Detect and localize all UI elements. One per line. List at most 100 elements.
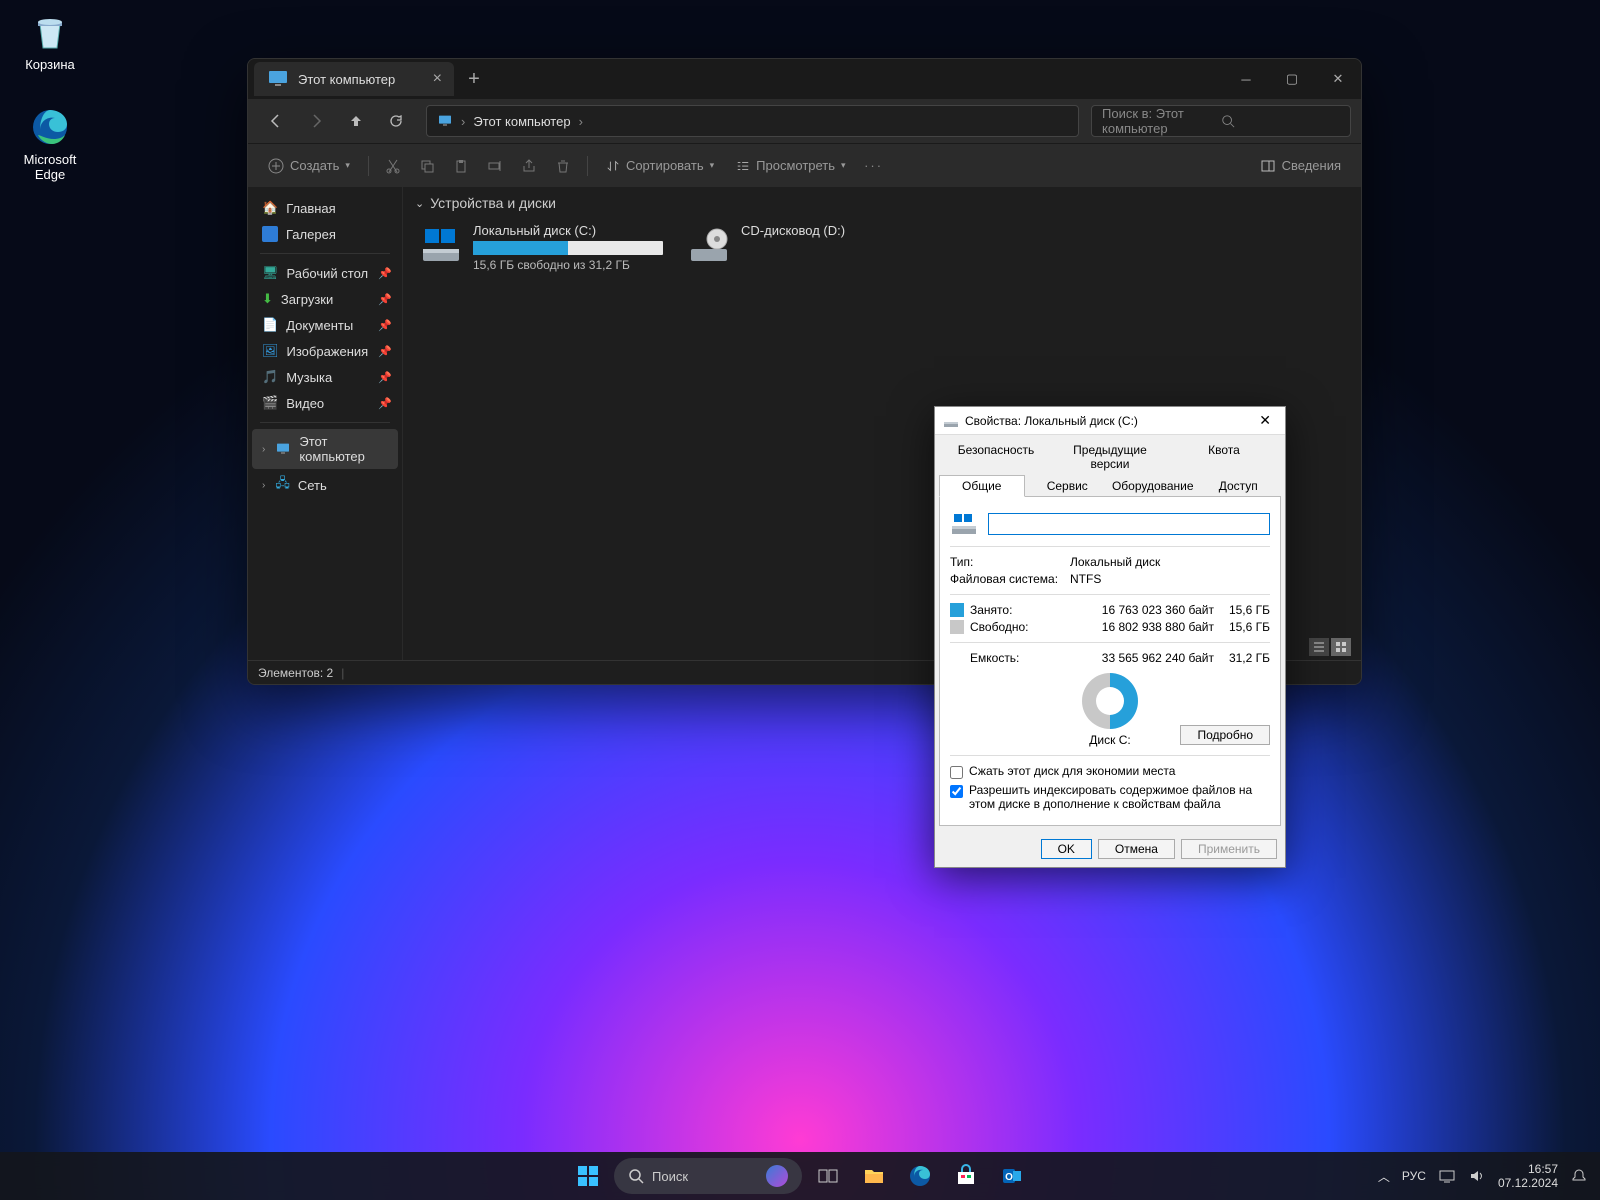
taskbar-edge[interactable]	[900, 1156, 940, 1196]
svg-text:O: O	[1005, 1172, 1013, 1183]
taskbar-clock[interactable]: 16:57 07.12.2024	[1498, 1162, 1558, 1191]
tab-close-button[interactable]: ×	[433, 70, 442, 88]
window-close-button[interactable]: ✕	[1315, 59, 1361, 99]
free-space-row: Свободно: 16 802 938 880 байт 15,6 ГБ	[950, 620, 1270, 634]
tab-label: Этот компьютер	[298, 72, 395, 87]
desktop-icon-label: Корзина	[25, 57, 75, 72]
tab-security[interactable]: Безопасность	[939, 439, 1053, 475]
sidebar-item-pictures[interactable]: 🖼Изображения📌	[252, 338, 398, 364]
fs-value: NTFS	[1070, 572, 1101, 586]
taskbar-store[interactable]	[946, 1156, 986, 1196]
tray-chevron-icon[interactable]: ︿	[1378, 1168, 1390, 1185]
view-details-button[interactable]	[1309, 638, 1329, 656]
drive-label-input[interactable]	[988, 513, 1270, 535]
monitor-icon	[275, 441, 291, 457]
desktop-icon-label: Microsoft Edge	[10, 152, 90, 182]
breadcrumb[interactable]: Этот компьютер	[473, 114, 570, 129]
pin-icon: 📌	[378, 319, 392, 332]
capacity-row: Емкость: 33 565 962 240 байт 31,2 ГБ	[950, 651, 1270, 665]
new-tab-button[interactable]: +	[454, 68, 494, 91]
drive-d[interactable]: CD-дисковод (D:)	[683, 219, 933, 276]
nav-refresh-button[interactable]	[378, 105, 414, 137]
monitor-icon	[266, 67, 290, 91]
downloads-icon: ⬇	[262, 291, 273, 307]
nav-forward-button[interactable]	[298, 105, 334, 137]
rename-icon[interactable]	[481, 152, 509, 180]
sidebar-item-desktop[interactable]: 🖥Рабочий стол📌	[252, 260, 398, 286]
paste-icon[interactable]	[447, 152, 475, 180]
toolbar-create-button[interactable]: Создать ▾	[260, 154, 358, 178]
start-button[interactable]	[568, 1156, 608, 1196]
sidebar-item-documents[interactable]: 📄Документы📌	[252, 312, 398, 338]
tab-previous-versions[interactable]: Предыдущие версии	[1053, 439, 1167, 475]
plus-circle-icon	[268, 158, 284, 174]
free-color-swatch	[950, 620, 964, 634]
tab-quota[interactable]: Квота	[1167, 439, 1281, 475]
chevron-right-icon: ›	[262, 444, 265, 455]
sort-icon	[606, 159, 620, 173]
explorer-search[interactable]: Поиск в: Этот компьютер	[1091, 105, 1351, 137]
drive-name: Локальный диск (C:)	[473, 223, 663, 238]
pin-icon: 📌	[378, 371, 392, 384]
ok-button[interactable]: OK	[1041, 839, 1092, 859]
pin-icon: 📌	[378, 267, 392, 280]
taskbar-explorer[interactable]	[854, 1156, 894, 1196]
task-view-button[interactable]	[808, 1156, 848, 1196]
taskbar-search[interactable]: Поиск	[614, 1158, 802, 1194]
desktop-icon: 🖥	[262, 265, 279, 281]
toolbar-sort-button[interactable]: Сортировать ▾	[598, 154, 722, 177]
taskbar-outlook[interactable]: O	[992, 1156, 1032, 1196]
desktop-icon-recycle-bin[interactable]: Корзина	[10, 10, 90, 72]
drive-c[interactable]: Локальный диск (C:) 15,6 ГБ свободно из …	[415, 219, 665, 276]
sidebar-item-home[interactable]: 🏠Главная	[252, 195, 398, 221]
properties-footer: OK Отмена Применить	[935, 831, 1285, 867]
tab-hardware[interactable]: Оборудование	[1110, 475, 1196, 497]
apply-button[interactable]: Применить	[1181, 839, 1277, 859]
toolbar-view-button[interactable]: Просмотреть ▾	[728, 154, 853, 177]
sidebar-item-videos[interactable]: 🎬Видео📌	[252, 390, 398, 416]
explorer-tab[interactable]: Этот компьютер ×	[254, 62, 454, 96]
pin-icon: 📌	[378, 345, 392, 358]
dialog-close-button[interactable]: ✕	[1253, 412, 1277, 429]
monitor-icon	[437, 113, 453, 129]
language-indicator[interactable]: РУС	[1402, 1169, 1426, 1183]
explorer-toolbar: Создать ▾ Сортировать ▾ Просмотреть ▾ ··…	[248, 143, 1361, 187]
copy-icon[interactable]	[413, 152, 441, 180]
nav-back-button[interactable]	[258, 105, 294, 137]
sidebar-item-thispc[interactable]: ›Этот компьютер	[252, 429, 398, 469]
notifications-icon[interactable]	[1570, 1167, 1588, 1185]
drive-name: CD-дисковод (D:)	[741, 223, 845, 238]
chevron-down-icon: ▾	[345, 160, 350, 171]
toolbar-details-button[interactable]: Сведения	[1252, 154, 1349, 178]
network-icon[interactable]	[1438, 1167, 1456, 1185]
view-tiles-button[interactable]	[1331, 638, 1351, 656]
window-maximize-button[interactable]: ▢	[1269, 59, 1315, 99]
cancel-button[interactable]: Отмена	[1098, 839, 1175, 859]
window-minimize-button[interactable]: ─	[1223, 59, 1269, 99]
sidebar-item-downloads[interactable]: ⬇Загрузки📌	[252, 286, 398, 312]
sidebar-item-network[interactable]: ›🖧Сеть	[252, 469, 398, 501]
tab-general[interactable]: Общие	[939, 475, 1025, 497]
share-icon[interactable]	[515, 152, 543, 180]
nav-up-button[interactable]	[338, 105, 374, 137]
sidebar-item-gallery[interactable]: Галерея	[252, 221, 398, 247]
sidebar-item-music[interactable]: 🎵Музыка📌	[252, 364, 398, 390]
desktop-icon-edge[interactable]: Microsoft Edge	[10, 105, 90, 182]
delete-icon[interactable]	[549, 152, 577, 180]
explorer-navbar: › Этот компьютер › Поиск в: Этот компьют…	[248, 99, 1361, 143]
more-icon[interactable]: ···	[860, 152, 888, 180]
drive-usage-bar	[473, 241, 663, 255]
recycle-bin-icon	[28, 10, 72, 54]
volume-icon[interactable]	[1468, 1167, 1486, 1185]
disk-cleanup-button[interactable]: Подробно	[1180, 725, 1270, 745]
cd-drive-icon	[687, 223, 731, 267]
compress-checkbox[interactable]: Сжать этот диск для экономии места	[950, 764, 1270, 779]
tab-tools[interactable]: Сервис	[1025, 475, 1111, 497]
index-checkbox[interactable]: Разрешить индексировать содержимое файло…	[950, 783, 1270, 811]
cut-icon[interactable]	[379, 152, 407, 180]
properties-titlebar[interactable]: Свойства: Локальный диск (C:) ✕	[935, 407, 1285, 435]
address-bar[interactable]: › Этот компьютер ›	[426, 105, 1079, 137]
group-header[interactable]: ⌄ Устройства и диски	[415, 195, 1349, 211]
home-icon: 🏠	[262, 200, 278, 216]
tab-sharing[interactable]: Доступ	[1196, 475, 1282, 497]
